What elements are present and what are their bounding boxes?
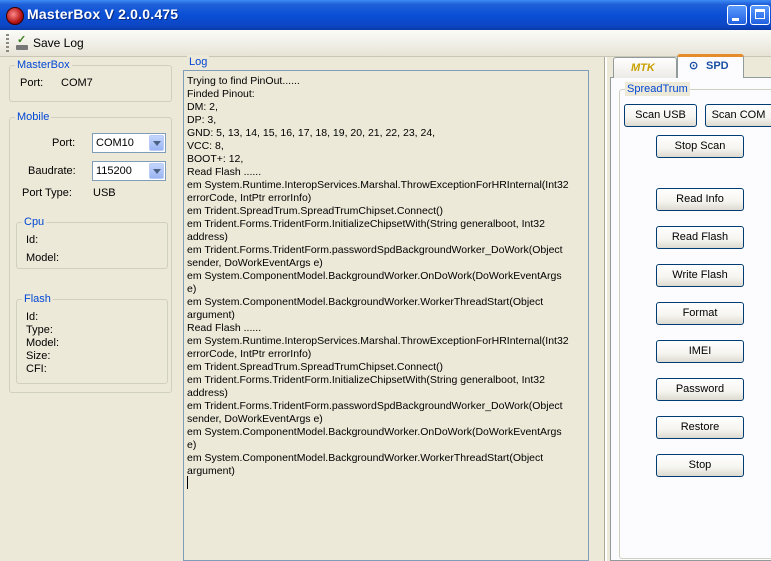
toolbar: ✓ Save Log [0, 30, 771, 57]
toolbar-grip-icon [6, 34, 9, 52]
flash-size-label: Size: [26, 350, 51, 362]
log-line: address) [187, 387, 228, 399]
log-line: em System.ComponentModel.BackgroundWorke… [187, 296, 544, 308]
password-button[interactable]: Password [656, 378, 744, 401]
format-button[interactable]: Format [656, 302, 744, 325]
log-line: em Trident.Forms.TridentForm.passwordSpd… [187, 400, 563, 412]
read-info-button[interactable]: Read Info [656, 188, 744, 211]
baudrate-label: Baudrate: [28, 165, 76, 177]
save-log-button[interactable]: ✓ Save Log [15, 33, 84, 53]
flash-cfi-label: CFI: [26, 363, 47, 375]
log-line: em Trident.Forms.TridentForm.InitializeC… [187, 374, 545, 386]
mtk-tab-label: MTK [631, 62, 655, 74]
log-line: em System.ComponentModel.BackgroundWorke… [187, 452, 544, 464]
log-textarea[interactable]: Trying to find PinOut...... Finded Pinout… [183, 70, 589, 561]
log-line: em Trident.Forms.TridentForm.passwordSpd… [187, 244, 563, 256]
log-line: BOOT+: 12, [187, 153, 244, 165]
log-line: sender, DoWorkEventArgs e) [187, 257, 323, 269]
stop-scan-button[interactable]: Stop Scan [656, 135, 744, 158]
log-line: GND: 5, 13, 14, 15, 16, 17, 18, 19, 20, … [187, 127, 436, 139]
baudrate-select[interactable]: 115200 [92, 161, 166, 181]
spd-logo-icon: ⊙ [689, 60, 699, 72]
log-line: e) [187, 439, 197, 451]
write-flash-button[interactable]: Write Flash [656, 264, 744, 287]
log-line: Read Flash ...... [187, 166, 262, 178]
masterbox-group-title: MasterBox [15, 58, 72, 72]
log-line: em Trident.Forms.TridentForm.InitializeC… [187, 218, 545, 230]
cpu-id-label: Id: [26, 234, 39, 246]
log-line: DP: 3, [187, 114, 217, 126]
log-line: VCC: 8, [187, 140, 224, 152]
log-line: em System.ComponentModel.BackgroundWorke… [187, 270, 562, 282]
maximize-button[interactable] [750, 5, 770, 25]
save-log-label: Save Log [33, 36, 84, 50]
flash-group: Flash Id: Type: Model: Size: CFI: [16, 292, 168, 384]
spreadtrum-group-title: SpreadTrum [625, 82, 690, 96]
scan-usb-button[interactable]: Scan USB [624, 104, 697, 127]
app-icon [6, 7, 24, 25]
flash-group-title: Flash [22, 292, 53, 306]
port-select[interactable]: COM10 [92, 133, 166, 153]
log-group-title: Log [187, 55, 210, 69]
flash-type-label: Type: [26, 324, 53, 336]
log-line: e) [187, 283, 197, 295]
baudrate-select-value: 115200 [96, 165, 132, 177]
restore-button[interactable]: Restore [656, 416, 744, 439]
imei-button[interactable]: IMEI [656, 340, 744, 363]
log-line: argument) [187, 309, 235, 321]
masterbox-group: MasterBox Port: COM7 [9, 58, 172, 102]
tab-mtk[interactable]: MTK [613, 57, 677, 78]
cpu-model-label: Model: [26, 252, 60, 264]
log-line: em Trident.SpreadTrum.SpreadTrumChipset.… [187, 205, 443, 217]
log-line: errorCode, IntPtr errorInfo) [187, 348, 312, 360]
log-line: address) [187, 231, 228, 243]
spd-tab-label: SPD [706, 60, 729, 72]
chevron-down-icon[interactable] [149, 163, 164, 179]
port-select-value: COM10 [96, 137, 134, 149]
mobile-group: Mobile Port: COM10 Baudrate: 115200 Port… [9, 110, 172, 393]
log-line: Finded Pinout: [187, 88, 255, 100]
save-log-icon: ✓ [15, 35, 29, 51]
flash-model-label: Model: [26, 337, 60, 349]
flash-id-label: Id: [26, 311, 39, 323]
log-line: argument) [187, 465, 235, 477]
read-flash-button[interactable]: Read Flash [656, 226, 744, 249]
stop-button[interactable]: Stop [656, 454, 744, 477]
log-line: em System.ComponentModel.BackgroundWorke… [187, 426, 562, 438]
log-line: errorCode, IntPtr errorInfo) [187, 192, 312, 204]
log-line: Trying to find PinOut...... [187, 75, 300, 87]
window-title: MasterBox V 2.0.0.475 [27, 6, 179, 22]
masterbox-port-value: COM7 [61, 77, 93, 89]
log-line: em System.Runtime.InteropServices.Marsha… [187, 179, 569, 191]
masterbox-port-label: Port: [20, 77, 44, 89]
cpu-group: Cpu Id: Model: [16, 215, 168, 269]
title-bar: MasterBox V 2.0.0.475 [0, 0, 771, 30]
scan-com-button[interactable]: Scan COM [705, 104, 771, 127]
chevron-down-icon[interactable] [149, 135, 164, 151]
port-type-label: Port Type: [22, 187, 72, 199]
log-line: sender, DoWorkEventArgs e) [187, 413, 323, 425]
log-line: DM: 2, [187, 101, 218, 113]
port-type-value: USB [93, 187, 116, 199]
log-line: em Trident.SpreadTrum.SpreadTrumChipset.… [187, 361, 443, 373]
cpu-group-title: Cpu [22, 215, 47, 229]
log-line: Read Flash ...... [187, 322, 262, 334]
mobile-group-title: Mobile [15, 110, 52, 124]
mobile-port-label: Port: [52, 137, 76, 149]
minimize-button[interactable] [727, 5, 747, 25]
log-line: em System.Runtime.InteropServices.Marsha… [187, 335, 569, 347]
tab-spd[interactable]: ⊙ SPD [677, 54, 744, 78]
splitter[interactable] [604, 57, 607, 561]
